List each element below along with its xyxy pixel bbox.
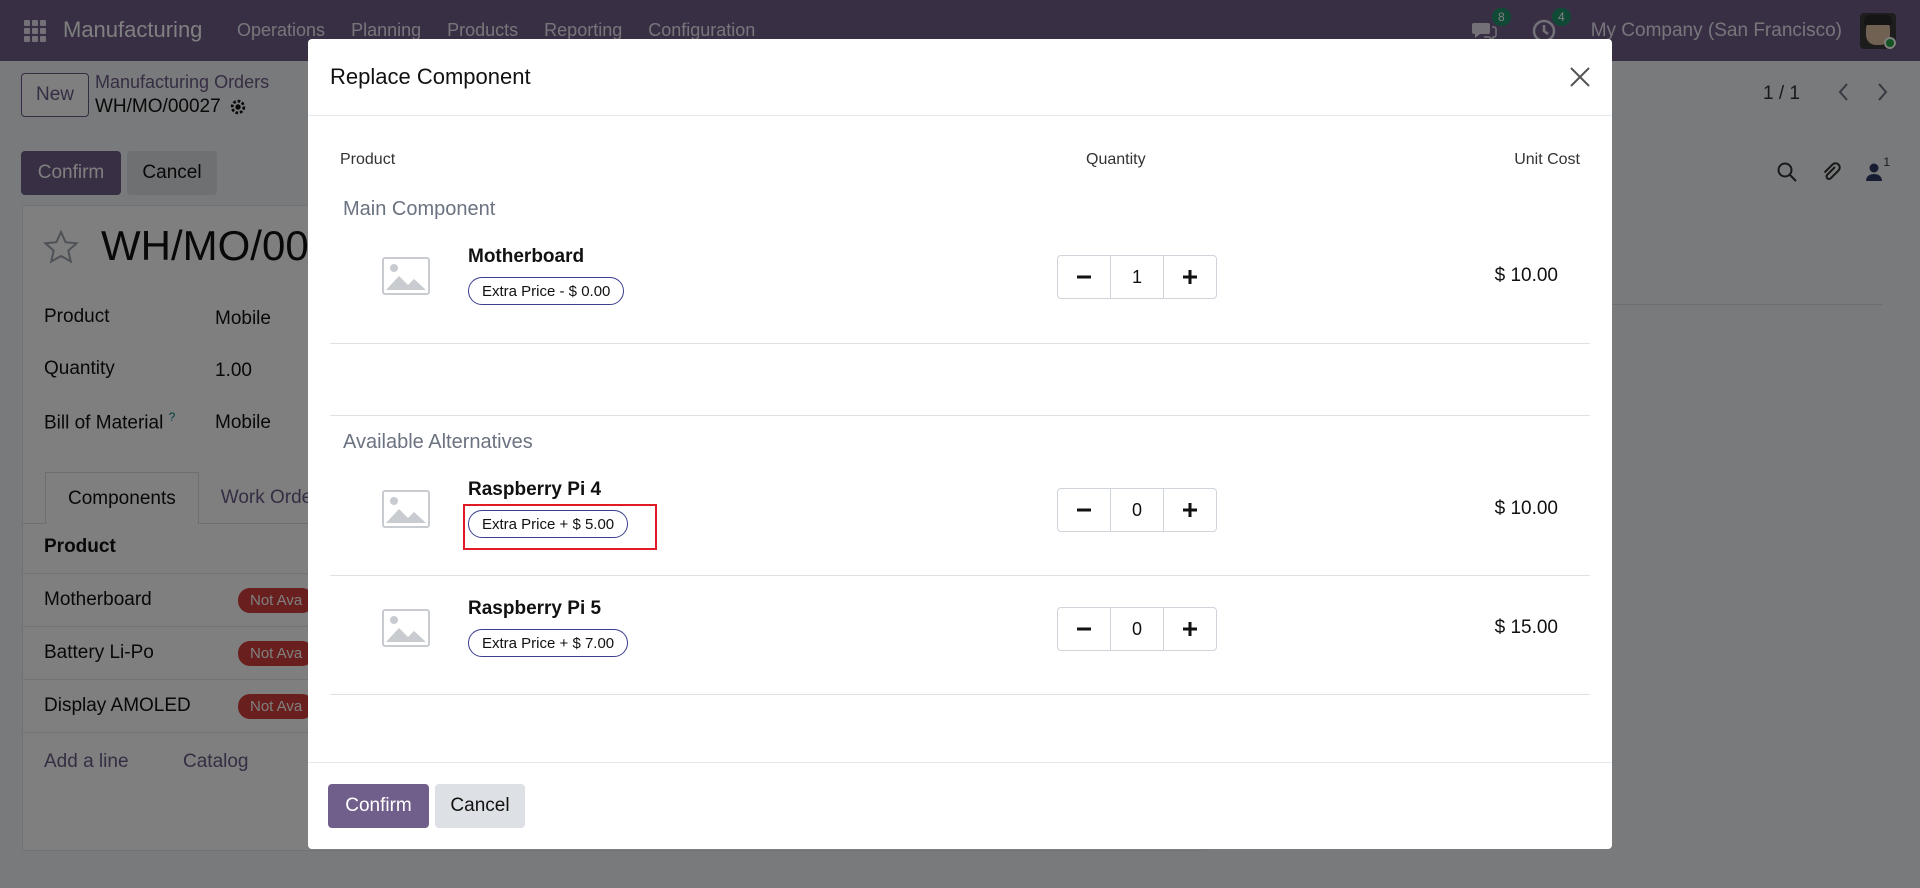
alternatives-section-title: Available Alternatives	[343, 431, 533, 453]
extra-price-badge: Extra Price - $ 0.00	[468, 277, 625, 305]
list-item: Motherboard Extra Price - $ 0.00 1 $ 10.…	[330, 223, 1590, 335]
product-name: Raspberry Pi 4	[468, 479, 602, 500]
modal-confirm-button[interactable]: Confirm	[328, 784, 429, 828]
product-name: Raspberry Pi 5	[468, 598, 602, 619]
replace-component-dialog: Replace Component Product Quantity Unit …	[308, 39, 1612, 849]
quantity-stepper: 1	[1057, 255, 1217, 299]
row-divider	[330, 343, 1590, 344]
image-placeholder-icon	[382, 257, 430, 295]
highlight-box	[463, 504, 657, 550]
row-divider	[330, 694, 1590, 695]
modal-title: Replace Component	[330, 64, 531, 89]
minus-icon	[1077, 508, 1091, 512]
decrement-button[interactable]	[1058, 608, 1111, 650]
plus-icon	[1183, 622, 1197, 636]
close-icon[interactable]	[1566, 63, 1594, 91]
increment-button[interactable]	[1163, 256, 1216, 298]
main-component-section-title: Main Component	[343, 198, 496, 220]
quantity-stepper: 0	[1057, 607, 1217, 651]
minus-icon	[1077, 627, 1091, 631]
extra-price-badge: Extra Price + $ 7.00	[468, 629, 629, 657]
increment-button[interactable]	[1163, 608, 1216, 650]
plus-icon	[1183, 270, 1197, 284]
list-item: Raspberry Pi 5 Extra Price + $ 7.00 0 $ …	[330, 575, 1590, 687]
image-placeholder-icon	[382, 609, 430, 647]
list-item: Raspberry Pi 4 Extra Price + $ 5.00 0 $ …	[330, 456, 1590, 568]
plus-icon	[1183, 503, 1197, 517]
quantity-stepper: 0	[1057, 488, 1217, 532]
quantity-input[interactable]: 1	[1111, 256, 1163, 298]
decrement-button[interactable]	[1058, 489, 1111, 531]
product-name: Motherboard	[468, 246, 585, 267]
unit-cost: $ 10.00	[1494, 265, 1558, 286]
unit-cost: $ 10.00	[1494, 498, 1558, 519]
quantity-input[interactable]: 0	[1111, 489, 1163, 531]
minus-icon	[1077, 275, 1091, 279]
column-header-product: Product	[340, 151, 396, 168]
section-divider	[330, 415, 1590, 416]
increment-button[interactable]	[1163, 489, 1216, 531]
column-header-quantity: Quantity	[1086, 151, 1146, 168]
modal-header: Replace Component	[308, 39, 1612, 116]
modal-cancel-button[interactable]: Cancel	[435, 784, 525, 828]
modal-footer	[308, 762, 1612, 763]
decrement-button[interactable]	[1058, 256, 1111, 298]
image-placeholder-icon	[382, 490, 430, 528]
unit-cost: $ 15.00	[1494, 617, 1558, 638]
column-header-unit-cost: Unit Cost	[1514, 151, 1580, 168]
quantity-input[interactable]: 0	[1111, 608, 1163, 650]
